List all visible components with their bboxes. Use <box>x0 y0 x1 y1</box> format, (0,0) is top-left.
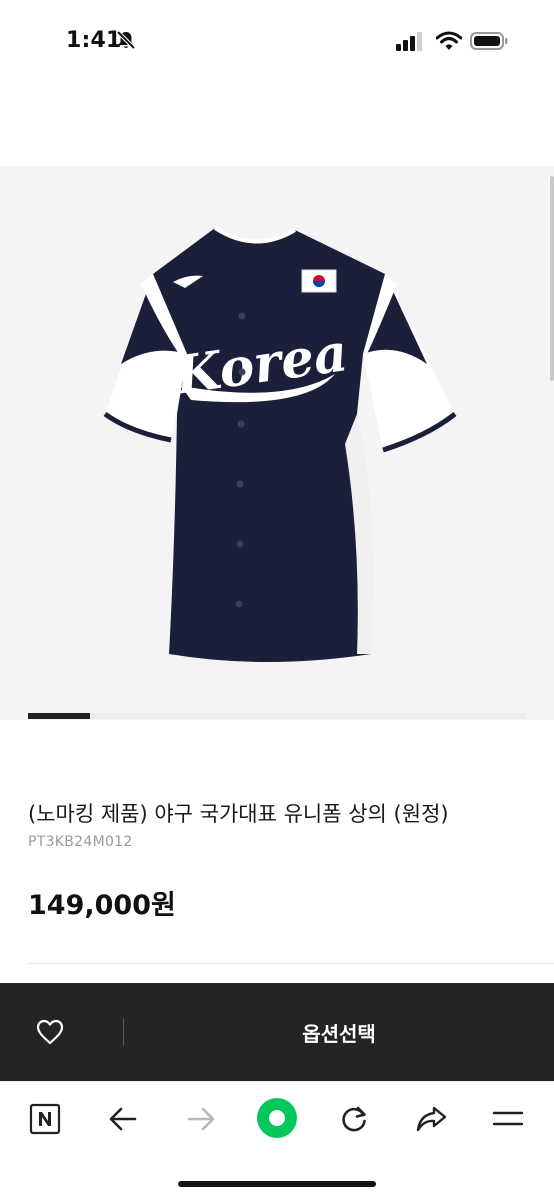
back-arrow-icon[interactable] <box>103 1099 143 1139</box>
bell-slash-icon <box>115 29 137 55</box>
wifi-icon <box>435 31 463 55</box>
product-jersey-image: Korea <box>103 226 457 662</box>
status-time: 1:41 <box>66 28 122 53</box>
product-title: (노마킹 제품) 야구 국가대표 유니폼 상의 (원정) <box>28 802 449 826</box>
section-divider <box>28 963 554 964</box>
reload-icon[interactable] <box>334 1099 374 1139</box>
status-bar: 1:41 <box>0 0 554 84</box>
menu-icon[interactable] <box>488 1099 528 1139</box>
share-icon[interactable] <box>411 1099 451 1139</box>
product-code: PT3KB24M012 <box>28 834 133 850</box>
product-image-carousel[interactable]: Korea <box>0 166 554 720</box>
home-indicator[interactable] <box>178 1181 376 1187</box>
page-scrollbar[interactable] <box>550 176 554 381</box>
image-carousel-indicator <box>28 713 526 719</box>
select-option-button[interactable]: 옵션선택 <box>124 983 554 1081</box>
cellular-signal-icon <box>396 31 424 55</box>
battery-icon <box>470 31 508 55</box>
naver-icon[interactable] <box>25 1099 65 1139</box>
product-price: 149,000원 <box>28 890 176 921</box>
green-home-icon[interactable] <box>256 1097 298 1139</box>
forward-arrow-icon[interactable] <box>181 1099 221 1139</box>
purchase-bar: 옵션선택 <box>0 983 554 1081</box>
image-carousel-indicator-thumb <box>28 713 90 719</box>
heart-icon[interactable] <box>36 1019 64 1045</box>
